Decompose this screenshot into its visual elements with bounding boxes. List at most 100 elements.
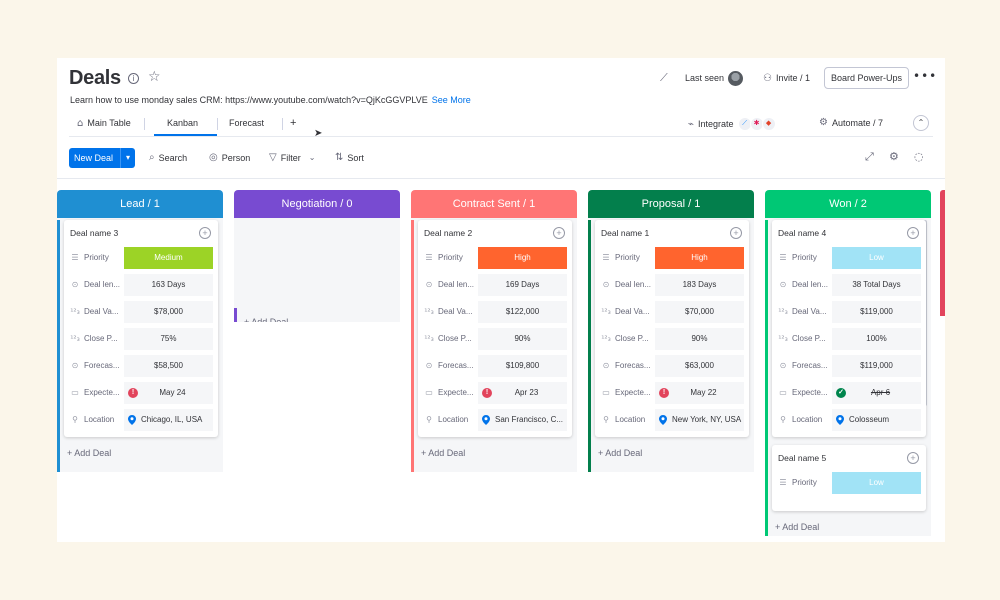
- field-label: ☰ Priority: [601, 253, 655, 262]
- chevron-down-icon[interactable]: ⌄: [309, 148, 316, 168]
- add-deal-button[interactable]: + Add Deal: [414, 439, 577, 467]
- column-header[interactable]: Negotiation / 0: [234, 190, 400, 218]
- add-view-button[interactable]: +: [290, 114, 296, 136]
- tab-forecast[interactable]: Forecast: [229, 114, 264, 136]
- deal-length-value[interactable]: 183 Days: [655, 273, 744, 296]
- see-more-link[interactable]: See More: [432, 95, 471, 105]
- integrate-button[interactable]: ⌁ Integrate ⟋ ✱ ◆: [688, 117, 776, 131]
- close-prob-value[interactable]: 90%: [655, 327, 744, 350]
- add-subitem-icon[interactable]: +: [730, 227, 742, 239]
- field-label: ¹²₃ Close P...: [70, 334, 124, 343]
- info-icon[interactable]: i: [128, 73, 139, 84]
- column-header[interactable]: Won / 2: [765, 190, 931, 218]
- add-subitem-icon[interactable]: +: [199, 227, 211, 239]
- close-prob-value[interactable]: 75%: [124, 327, 213, 350]
- priority-status[interactable]: High: [478, 246, 567, 269]
- add-deal-button[interactable]: + Add Deal: [768, 513, 931, 536]
- expected-close-date[interactable]: ✓ Apr 6: [832, 381, 921, 404]
- deal-card[interactable]: Deal name 1 + ☰ Priority High ⊙ Deal len... 183…: [595, 220, 749, 437]
- chevron-down-icon[interactable]: ▾: [120, 148, 135, 168]
- deal-value-value[interactable]: $119,000: [832, 300, 921, 323]
- add-deal-button[interactable]: + Add Deal: [237, 308, 400, 322]
- field-label: ¹²₃ Deal Va...: [778, 307, 832, 316]
- forecast-value[interactable]: $119,000: [832, 354, 921, 377]
- automate-button[interactable]: ⚙ Automate / 7: [819, 117, 883, 128]
- close-prob-value[interactable]: 90%: [478, 327, 567, 350]
- deal-value-value[interactable]: $70,000: [655, 300, 744, 323]
- sort-button[interactable]: ⇅ Sort: [335, 148, 364, 168]
- collapse-header-icon[interactable]: ⌃: [913, 115, 929, 131]
- activity-icon[interactable]: ⟋: [660, 71, 668, 85]
- next-column-edge: [940, 190, 945, 316]
- expected-close-date[interactable]: ! May 22: [655, 381, 744, 404]
- deal-length-value[interactable]: 163 Days: [124, 273, 213, 296]
- add-deal-button[interactable]: + Add Deal: [60, 439, 223, 467]
- invite-button[interactable]: ⚇ Invite / 1: [763, 67, 810, 89]
- board-powerups-button[interactable]: Board Power-Ups: [824, 67, 910, 89]
- deal-card[interactable]: Deal name 5 + ☰ Priority Low: [772, 445, 926, 511]
- check-icon: ✓: [836, 387, 846, 398]
- deal-name[interactable]: Deal name 3: [70, 224, 213, 244]
- add-subitem-icon[interactable]: +: [907, 227, 919, 239]
- settings-gear-icon[interactable]: ⚙: [889, 150, 899, 163]
- deal-name[interactable]: Deal name 5: [778, 449, 921, 469]
- field-type-icon: ¹²₃: [778, 334, 788, 343]
- tab-divider: [282, 118, 283, 130]
- priority-status[interactable]: Low: [832, 246, 921, 269]
- expected-close-date[interactable]: ! Apr 23: [478, 381, 567, 404]
- priority-status[interactable]: High: [655, 246, 744, 269]
- location-value[interactable]: San Francisco, C...: [478, 408, 567, 431]
- field-type-icon: ☰: [779, 253, 787, 262]
- fullscreen-icon[interactable]: ⤢: [865, 150, 874, 164]
- new-deal-button[interactable]: New Deal ▾: [69, 148, 135, 168]
- crm-board-window: Deals i ☆ Learn how to use monday sales …: [57, 58, 945, 542]
- forecast-value[interactable]: $109,800: [478, 354, 567, 377]
- forecast-value[interactable]: $58,500: [124, 354, 213, 377]
- last-seen-button[interactable]: Last seen: [685, 67, 744, 89]
- deal-card[interactable]: Deal name 2 + ☰ Priority High ⊙ Deal len... 169…: [418, 220, 572, 437]
- deal-name[interactable]: Deal name 1: [601, 224, 744, 244]
- deal-value-value[interactable]: $122,000: [478, 300, 567, 323]
- deal-length-value[interactable]: 38 Total Days: [832, 273, 921, 296]
- priority-status[interactable]: Medium: [124, 246, 213, 269]
- close-prob-value[interactable]: 100%: [832, 327, 921, 350]
- deal-length-value[interactable]: 169 Days: [478, 273, 567, 296]
- field-type-icon: ▭: [425, 388, 433, 397]
- column-header[interactable]: Proposal / 1: [588, 190, 754, 218]
- deal-name[interactable]: Deal name 2: [424, 224, 567, 244]
- column-header[interactable]: Contract Sent / 1: [411, 190, 577, 218]
- expected-close-date[interactable]: ! May 24: [124, 381, 213, 404]
- person-filter-button[interactable]: ◎ Person: [209, 148, 250, 168]
- search-button[interactable]: ⌕ Search: [149, 148, 187, 168]
- deal-value-value[interactable]: $78,000: [124, 300, 213, 323]
- field-label: ⚲ Location: [70, 415, 124, 424]
- field-label-text: Deal Va...: [792, 307, 827, 316]
- add-deal-button[interactable]: + Add Deal: [591, 439, 754, 467]
- add-subitem-icon[interactable]: +: [907, 452, 919, 464]
- field-label: ▭ Expecte...: [601, 388, 655, 397]
- field-label-text: Priority: [438, 253, 463, 262]
- field-label-text: Deal len...: [615, 280, 652, 289]
- add-subitem-icon[interactable]: +: [553, 227, 565, 239]
- column-header[interactable]: Lead / 1: [57, 190, 223, 218]
- location-value[interactable]: Colosseum: [832, 408, 921, 431]
- location-value[interactable]: New York, NY, USA: [655, 408, 744, 431]
- star-icon[interactable]: ☆: [148, 69, 161, 85]
- tab-kanban[interactable]: Kanban: [154, 114, 217, 136]
- field-row: ¹²₃ Close P... 90%: [601, 325, 744, 352]
- forecast-value[interactable]: $63,000: [655, 354, 744, 377]
- field-type-icon: ☰: [425, 253, 433, 262]
- field-row: ¹²₃ Close P... 90%: [424, 325, 567, 352]
- location-value[interactable]: Chicago, IL, USA: [124, 408, 213, 431]
- new-deal-label: New Deal: [74, 153, 114, 163]
- field-type-icon: ⊙: [602, 361, 610, 370]
- home-icon: ⌂: [77, 118, 84, 129]
- deal-card[interactable]: Deal name 3 + ☰ Priority Medium ⊙ Deal len... 1…: [64, 220, 218, 437]
- deal-name[interactable]: Deal name 4: [778, 224, 921, 244]
- comment-icon[interactable]: ◌: [914, 150, 924, 163]
- tab-main-table[interactable]: ⌂ Main Table: [77, 114, 131, 136]
- filter-button[interactable]: ▽ Filter ⌄: [269, 148, 315, 168]
- more-options-icon[interactable]: •••: [913, 69, 937, 83]
- priority-status[interactable]: Low: [832, 471, 921, 494]
- deal-card[interactable]: Deal name 4 + ☰ Priority Low ⊙ Deal len... 38 T…: [772, 220, 926, 437]
